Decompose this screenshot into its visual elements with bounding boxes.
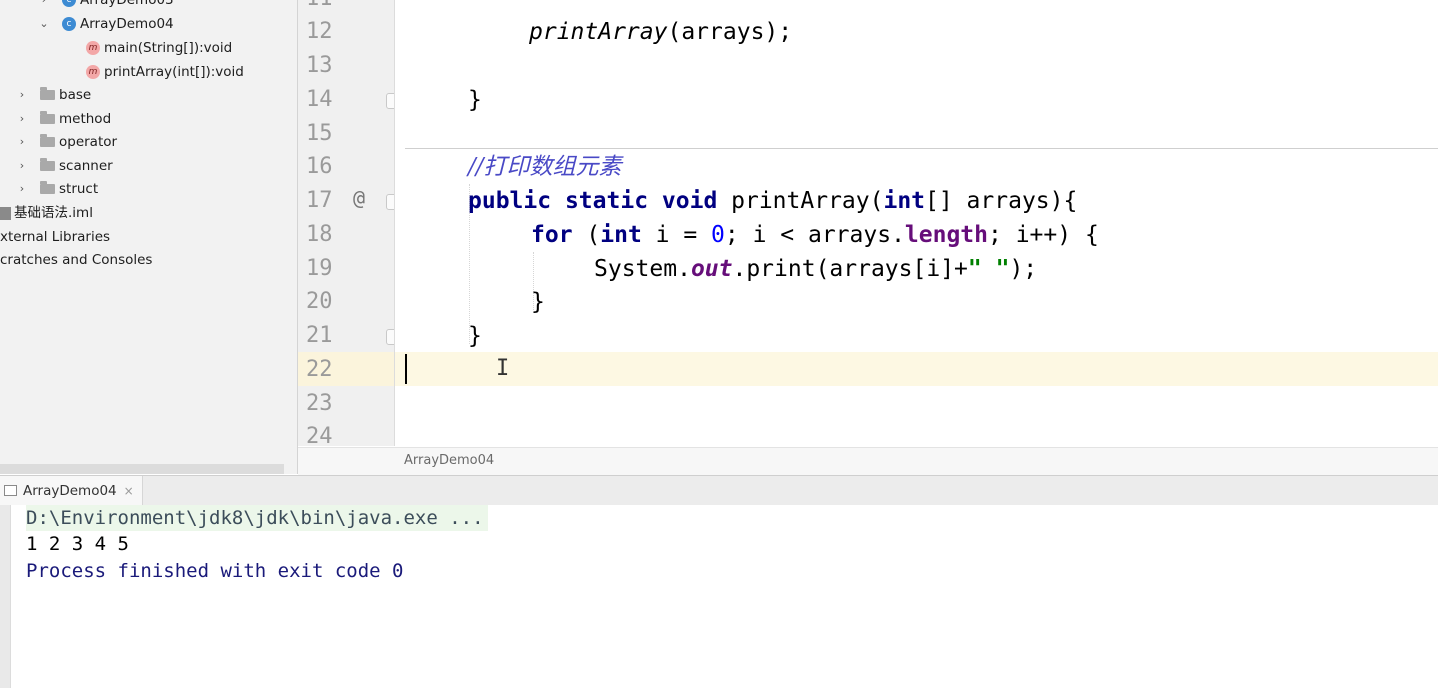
run-tab-label: ArrayDemo04 xyxy=(23,482,117,499)
code-editor[interactable]: printArray(arrays); } //打印数组元素 public st… xyxy=(395,0,1438,446)
tree-item-label: main(String[]):void xyxy=(104,40,233,56)
chevron-right-icon[interactable]: › xyxy=(16,108,28,130)
run-tab[interactable]: ArrayDemo04 × xyxy=(0,476,143,505)
console-command-line[interactable]: D:\Environment\jdk8\jdk\bin\java.exe ... xyxy=(26,505,488,531)
breadcrumb-item[interactable]: ArrayDemo04 xyxy=(404,453,494,468)
chevron-right-icon[interactable]: › xyxy=(16,131,28,153)
console-icon xyxy=(4,485,17,496)
close-icon[interactable]: × xyxy=(124,484,134,498)
tree-item-label: struct xyxy=(59,181,99,197)
tree-item-external-libraries[interactable]: xternal Libraries xyxy=(0,226,110,248)
tree-item-label: printArray(int[]):void xyxy=(104,64,244,80)
tree-item-iml-file[interactable]: 基础语法.iml xyxy=(0,202,93,224)
code-line-17: public static void printArray(int[] arra… xyxy=(468,188,1078,214)
fold-start-icon[interactable] xyxy=(386,194,394,210)
tree-item-printarray-method[interactable]: m printArray(int[]):void xyxy=(86,61,244,83)
chevron-right-icon[interactable]: › xyxy=(16,178,28,200)
code-comment: //打印数组元素 xyxy=(468,154,622,180)
code-line-21: } xyxy=(468,323,482,349)
override-marker-icon[interactable]: @ xyxy=(350,186,368,210)
fold-end-icon[interactable] xyxy=(386,93,394,109)
tree-item-label: method xyxy=(59,111,112,127)
run-tool-window-header: ArrayDemo04 × xyxy=(0,475,1438,506)
fold-end-icon[interactable] xyxy=(386,329,394,345)
code-line-20: } xyxy=(531,289,545,315)
folder-icon xyxy=(40,158,55,171)
line-number: 14 xyxy=(306,87,333,112)
line-number: 23 xyxy=(306,391,333,416)
line-number: 21 xyxy=(306,323,333,348)
folder-icon xyxy=(40,111,55,124)
tree-item-label: scanner xyxy=(59,158,113,174)
method-icon: m xyxy=(86,65,100,79)
folder-icon xyxy=(40,181,55,194)
console-toolbar-strip xyxy=(0,505,11,688)
project-tree: › c ArrayDemo03 ⌄ c ArrayDemo04 m main(Stri… xyxy=(0,0,298,474)
class-icon: c xyxy=(62,17,76,31)
tree-item-main-method[interactable]: m main(String[]):void xyxy=(86,37,232,59)
chevron-right-icon[interactable]: › xyxy=(38,0,50,11)
chevron-right-icon[interactable]: › xyxy=(16,155,28,177)
folder-icon xyxy=(40,134,55,147)
tree-horizontal-scrollbar[interactable] xyxy=(0,464,284,474)
chevron-right-icon[interactable]: › xyxy=(16,84,28,106)
tree-item-label: operator xyxy=(59,134,118,150)
code-line-12: printArray(arrays); xyxy=(529,19,793,45)
current-line-highlight xyxy=(395,352,1438,386)
code-line-18: for (int i = 0; i < arrays.length; i++) … xyxy=(531,222,1099,248)
console-output[interactable]: D:\Environment\jdk8\jdk\bin\java.exe ...… xyxy=(0,505,1438,688)
iml-file-icon xyxy=(0,206,11,220)
editor-gutter: 11 12 13 14 15 16 17 18 19 20 21 22 23 2… xyxy=(298,0,395,446)
tree-item-scratches[interactable]: cratches and Consoles xyxy=(0,249,152,271)
line-number: 17 xyxy=(306,188,333,213)
tree-item-label: ArrayDemo04 xyxy=(80,16,174,32)
tree-item-label: base xyxy=(59,87,92,103)
console-output-line: 1 2 3 4 5 xyxy=(26,533,129,555)
line-number: 16 xyxy=(306,154,333,179)
text-caret xyxy=(405,354,407,384)
code-line-14: } xyxy=(468,87,482,113)
tree-item-label: 基础语法.iml xyxy=(14,205,93,221)
line-number: 12 xyxy=(306,19,333,44)
console-exit-line: Process finished with exit code 0 xyxy=(26,560,404,582)
folder-icon xyxy=(40,87,55,100)
tree-item-label: xternal Libraries xyxy=(0,229,111,245)
code-line-19: System.out.print(arrays[i]+" "); xyxy=(594,256,1038,282)
tree-item-label: ArrayDemo03 xyxy=(80,0,174,8)
method-icon: m xyxy=(86,41,100,55)
line-number: 22 xyxy=(306,357,333,382)
line-number: 24 xyxy=(306,424,333,446)
ibeam-cursor-icon: I xyxy=(496,356,510,381)
breadcrumb: ArrayDemo04 xyxy=(298,447,1438,475)
line-number: 11 xyxy=(306,0,346,16)
class-icon: c xyxy=(62,0,76,7)
line-number: 13 xyxy=(306,53,333,78)
line-number: 15 xyxy=(306,121,333,146)
method-separator xyxy=(405,148,1438,149)
line-number: 19 xyxy=(306,256,333,281)
line-number: 18 xyxy=(306,222,333,247)
tree-item-label: cratches and Consoles xyxy=(0,252,153,268)
line-number: 20 xyxy=(306,289,333,314)
chevron-down-icon[interactable]: ⌄ xyxy=(38,13,50,35)
